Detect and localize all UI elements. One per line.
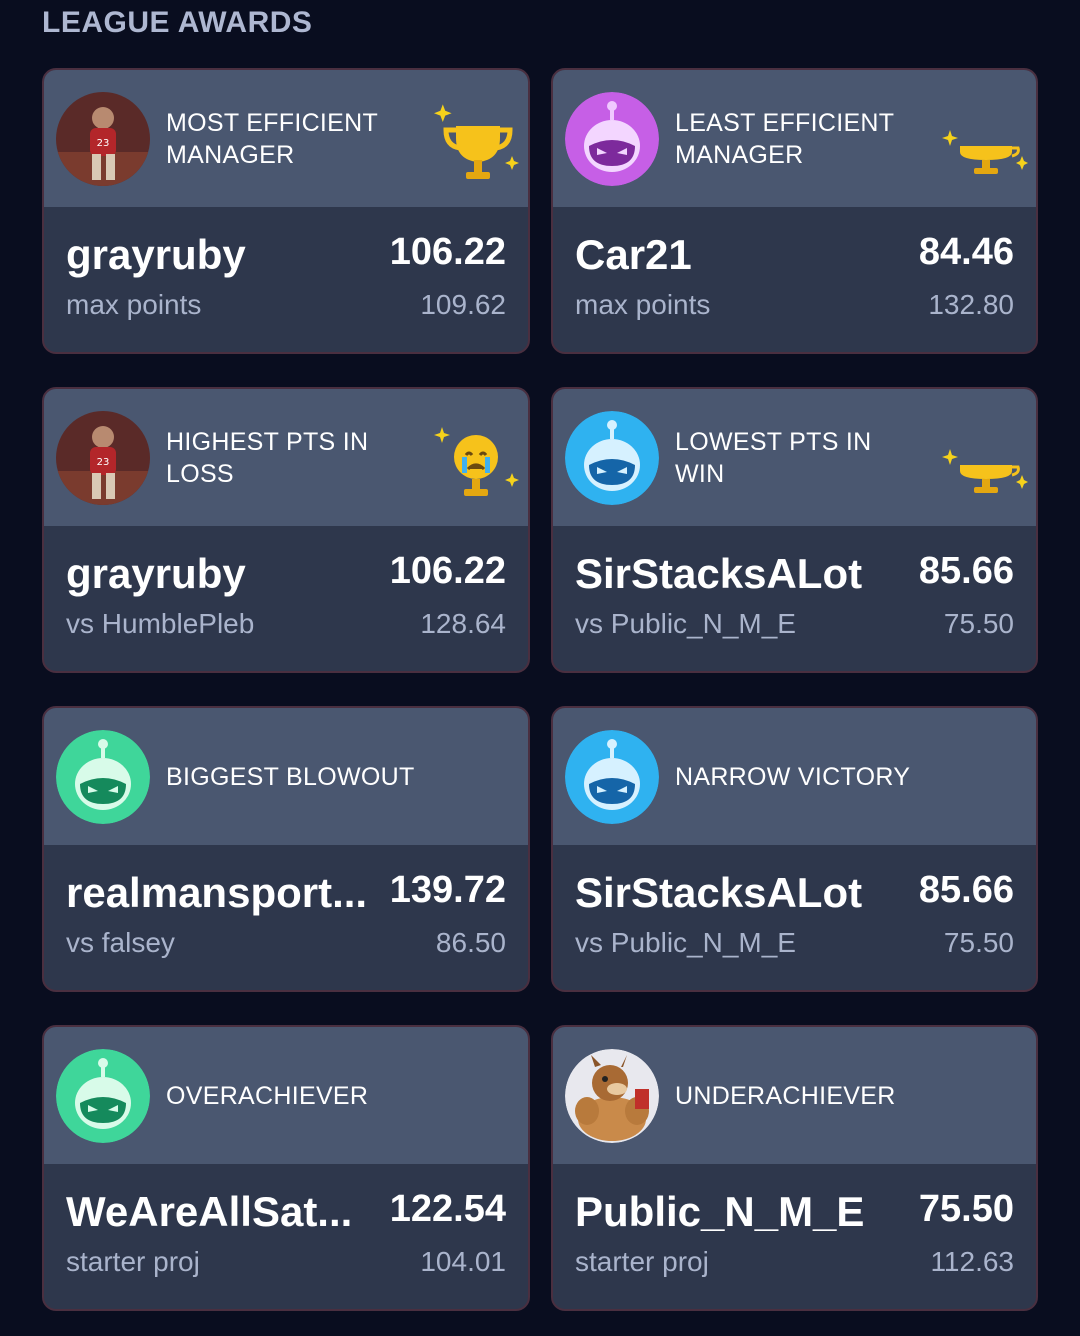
card-body: grayruby 106.22 max points 109.62 <box>44 207 528 352</box>
award-title: OVERACHIEVER <box>166 1081 369 1110</box>
card-body: Public_N_M_E 75.50 starter proj 112.63 <box>553 1164 1036 1309</box>
blue-robot-avatar[interactable] <box>565 729 659 824</box>
player-photo-avatar[interactable]: 23 <box>56 410 150 505</box>
winner-name[interactable]: WeAreAllSat... <box>66 1188 352 1236</box>
card-body: Car21 84.46 max points 132.80 <box>553 207 1036 352</box>
award-card-overachiever[interactable]: OVERACHIEVER WeAreAllSat... 122.54 start… <box>42 1025 530 1311</box>
winner-name[interactable]: SirStacksALot <box>575 869 862 917</box>
sub-label: vs Public_N_M_E <box>575 927 796 958</box>
card-header: UNDERACHIEVER <box>553 1027 1036 1164</box>
winner-score: 106.22 <box>389 231 506 273</box>
award-title: BIGGEST BLOWOUT <box>166 762 415 791</box>
award-title: MOST EFFICIENT MANAGER <box>166 108 378 169</box>
winner-score: 84.46 <box>918 231 1014 273</box>
section-title: LEAGUE AWARDS <box>42 6 313 39</box>
sub-value: 112.63 <box>930 1246 1014 1277</box>
sub-value: 75.50 <box>943 608 1014 639</box>
sub-label: starter proj <box>66 1246 200 1277</box>
card-body: WeAreAllSat... 122.54 starter proj 104.0… <box>44 1164 528 1309</box>
winner-score: 122.54 <box>389 1188 506 1230</box>
crying-trophy-icon <box>434 417 520 503</box>
award-card-most-efficient[interactable]: 23 MOST EFFICIENT MANAGER grayruby 106.2… <box>42 68 530 354</box>
card-header: LEAST EFFICIENT MANAGER <box>553 70 1036 207</box>
green-robot-avatar[interactable] <box>56 1048 150 1143</box>
sub-value: 109.62 <box>420 289 506 320</box>
flat-trophy-icon <box>942 417 1028 503</box>
award-title: UNDERACHIEVER <box>675 1081 896 1110</box>
award-title: LEAST EFFICIENT MANAGER <box>675 108 894 169</box>
award-title: LOWEST PTS IN WIN <box>675 427 872 488</box>
card-header: 23 MOST EFFICIENT MANAGER <box>44 70 528 207</box>
award-title: NARROW VICTORY <box>675 762 911 791</box>
winner-name[interactable]: Car21 <box>575 231 692 279</box>
svg-text:23: 23 <box>97 457 110 468</box>
award-card-underachiever[interactable]: UNDERACHIEVER Public_N_M_E 75.50 starter… <box>551 1025 1038 1311</box>
green-robot-avatar[interactable] <box>56 729 150 824</box>
award-card-least-efficient[interactable]: LEAST EFFICIENT MANAGER Car21 84.46 max … <box>551 68 1038 354</box>
muscle-dog-avatar[interactable] <box>565 1048 659 1143</box>
card-header: BIGGEST BLOWOUT <box>44 708 528 845</box>
winner-name[interactable]: realmansport... <box>66 869 367 917</box>
winner-name[interactable]: SirStacksALot <box>575 550 862 598</box>
card-body: SirStacksALot 85.66 vs Public_N_M_E 75.5… <box>553 845 1036 990</box>
award-card-lowest-pts-in-win[interactable]: LOWEST PTS IN WIN SirStacksALot 85.66 vs… <box>551 387 1038 673</box>
award-card-biggest-blowout[interactable]: BIGGEST BLOWOUT realmansport... 139.72 v… <box>42 706 530 992</box>
winner-name[interactable]: grayruby <box>66 231 246 279</box>
sub-value: 132.80 <box>928 289 1014 320</box>
trophy-icon <box>434 98 520 184</box>
flat-trophy-icon <box>942 98 1028 184</box>
winner-name[interactable]: grayruby <box>66 550 246 598</box>
player-photo-avatar[interactable]: 23 <box>56 91 150 186</box>
card-body: grayruby 106.22 vs HumblePleb 128.64 <box>44 526 528 671</box>
awards-grid: 23 MOST EFFICIENT MANAGER grayruby 106.2… <box>42 68 1038 1311</box>
card-header: LOWEST PTS IN WIN <box>553 389 1036 526</box>
award-card-highest-pts-in-loss[interactable]: 23 HIGHEST PTS IN LOSS grayruby 106.22 v… <box>42 387 530 673</box>
sub-label: max points <box>575 289 711 320</box>
sub-label: vs Public_N_M_E <box>575 608 796 639</box>
card-body: SirStacksALot 85.66 vs Public_N_M_E 75.5… <box>553 526 1036 671</box>
purple-robot-avatar[interactable] <box>565 91 659 186</box>
sub-label: vs HumblePleb <box>66 608 255 639</box>
blue-robot-avatar[interactable] <box>565 410 659 505</box>
winner-score: 75.50 <box>918 1188 1014 1230</box>
sub-label: starter proj <box>575 1246 709 1277</box>
award-card-narrow-victory[interactable]: NARROW VICTORY SirStacksALot 85.66 vs Pu… <box>551 706 1038 992</box>
sub-value: 128.64 <box>420 608 506 639</box>
card-header: NARROW VICTORY <box>553 708 1036 845</box>
card-header: 23 HIGHEST PTS IN LOSS <box>44 389 528 526</box>
winner-score: 106.22 <box>389 550 506 592</box>
sub-label: max points <box>66 289 202 320</box>
winner-score: 139.72 <box>389 869 506 911</box>
sub-value: 75.50 <box>943 927 1014 958</box>
sub-label: vs falsey <box>66 927 175 958</box>
svg-text:23: 23 <box>97 138 110 149</box>
card-body: realmansport... 139.72 vs falsey 86.50 <box>44 845 528 990</box>
winner-name[interactable]: Public_N_M_E <box>575 1188 864 1236</box>
winner-score: 85.66 <box>918 869 1014 911</box>
award-title: HIGHEST PTS IN LOSS <box>166 427 369 488</box>
sub-value: 104.01 <box>420 1246 506 1277</box>
winner-score: 85.66 <box>918 550 1014 592</box>
sub-value: 86.50 <box>435 927 506 958</box>
card-header: OVERACHIEVER <box>44 1027 528 1164</box>
